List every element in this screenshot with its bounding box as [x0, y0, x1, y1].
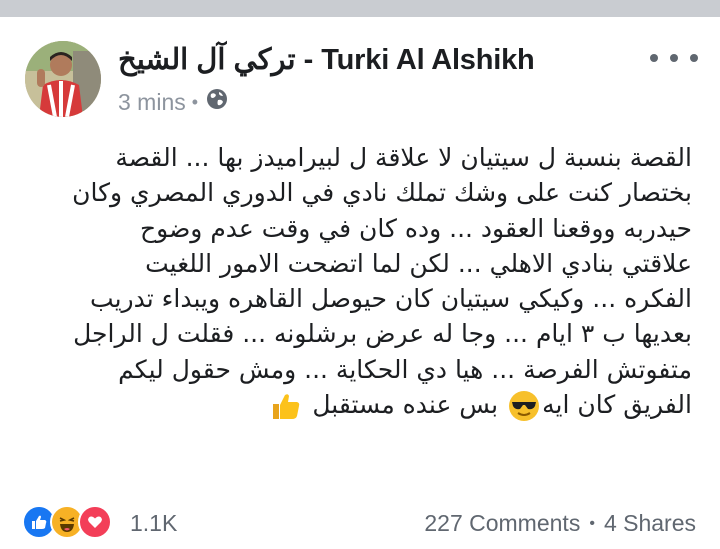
post-line: الفكره ... وكيكي سيتيان كان حيوصل القاهر…	[90, 284, 692, 314]
post-time[interactable]: 3 mins	[118, 89, 186, 116]
post-meta: 3 mins •	[118, 88, 228, 116]
post-line: القصة بنسبة ل سيتيان لا علاقة ل لبيراميد…	[115, 143, 692, 172]
post-text: القصة بنسبة ل سيتيان لا علاقة ل لبيراميد…	[12, 140, 692, 422]
top-divider	[0, 0, 720, 17]
globe-icon[interactable]	[206, 88, 228, 116]
reactions-summary[interactable]	[22, 505, 112, 539]
love-icon	[78, 505, 112, 539]
comments-count[interactable]: 227 Comments	[424, 510, 580, 537]
last-line-start: الفريق كان ايه	[542, 390, 692, 420]
sunglasses-emoji	[508, 390, 540, 422]
last-line-end: بس عنده مستقبل	[312, 390, 499, 420]
post-line: بعديها ب ٣ ايام ... وجا له عرض برشلونه .…	[73, 319, 692, 349]
more-dot	[690, 54, 698, 62]
more-options-icon[interactable]	[650, 45, 698, 71]
more-dot	[650, 54, 658, 62]
thumbs-up-emoji	[270, 390, 302, 422]
post-line: بختصار كنت على وشك تملك نادي في الدوري ا…	[72, 178, 692, 208]
more-dot	[670, 54, 678, 62]
meta-separator: •	[191, 91, 199, 112]
post-line: علاقتي بنادي الاهلي ... لكن لما اتضحت ال…	[145, 248, 692, 278]
post-line: متفوتش الفرصة ... هيا دي الحكاية ... ومش…	[118, 354, 692, 384]
reaction-count[interactable]: 1.1K	[130, 510, 177, 537]
stats-separator: •	[589, 514, 595, 532]
shares-count[interactable]: 4 Shares	[604, 510, 696, 537]
post-stats: 227 Comments • 4 Shares	[424, 510, 696, 537]
post-line-last: الفريق كان ايه بس عنده مستقبل	[12, 387, 692, 422]
avatar[interactable]	[25, 41, 101, 117]
author-name[interactable]: تركي آل الشيخ - Turki Al Alshikh	[118, 42, 535, 77]
post-line: حيدربه ووقعنا العقود ... وده كان في وقت …	[140, 213, 692, 243]
